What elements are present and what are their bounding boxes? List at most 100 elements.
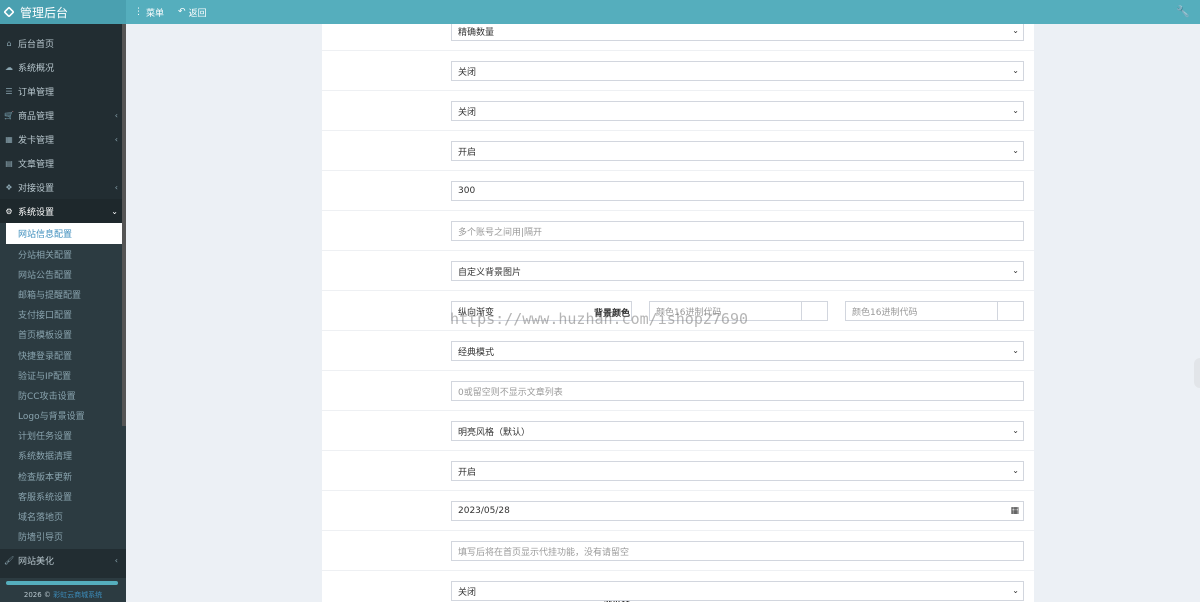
- select-field[interactable]: 开启 ⌄: [451, 141, 1024, 161]
- form-row: 首页下单显示模式经典模式⌄: [322, 330, 1034, 370]
- sidebar-item-label: 系统设置: [18, 207, 55, 218]
- form-row: 手机QQ微信打开网站跳转浏览器关闭⌄: [322, 570, 1034, 602]
- submenu-item[interactable]: 支付接口配置: [0, 305, 126, 325]
- sidebar-item-label: 发卡管理: [18, 135, 55, 146]
- chevron-down-icon: ⌄: [1012, 346, 1019, 355]
- text-field[interactable]: 多个账号之间用|隔开: [451, 221, 1024, 241]
- form-row: 首页显示文章条数0或留空则不显示文章列表: [322, 370, 1034, 410]
- form-row: 背景颜色 纵向渐变 ⌄ 颜色16进制代码 颜色16进制代码: [322, 290, 1034, 330]
- submenu-item[interactable]: 域名落地页: [0, 506, 126, 526]
- top-bar: 管理后台 ⋮ 菜单 ↶ 返回 🔧: [0, 0, 1200, 24]
- submenu-item[interactable]: 首页模板设置: [0, 325, 126, 345]
- chevron-left-icon: ‹: [114, 556, 118, 566]
- select-field[interactable]: 自定义背景图片 ⌄: [451, 261, 1024, 281]
- select-field[interactable]: 明亮风格（默认） ⌄: [451, 421, 1024, 441]
- form-row: 首页显示订单金额统计信息开启⌄: [322, 130, 1034, 170]
- paint-icon: 🖌: [4, 556, 15, 566]
- date-field[interactable]: 2023/05/28 ▦: [451, 501, 1024, 521]
- form-row: 开启购物车功能开启⌄: [322, 450, 1034, 490]
- submenu-item[interactable]: 客服系统设置: [0, 486, 126, 506]
- select-field[interactable]: 关闭 ⌄: [451, 61, 1024, 81]
- back-button[interactable]: ↶ 返回: [178, 6, 207, 19]
- settings-submenu: 网站信息配置 分站相关配置 网站公告配置 邮箱与提醒配置 支付接口配置 首页模板设置 快捷登…: [0, 223, 126, 549]
- list-icon: ☰: [5, 86, 13, 96]
- footer-bar: [6, 581, 118, 585]
- text-field[interactable]: 0或留空则不显示文章列表: [451, 381, 1024, 401]
- gradient-select[interactable]: 纵向渐变 ⌄: [451, 301, 632, 321]
- select-field[interactable]: 关闭 ⌄: [451, 101, 1024, 121]
- wrench-icon[interactable]: 🔧: [1176, 5, 1190, 18]
- submenu-item[interactable]: 系统数据清理: [0, 446, 126, 466]
- submenu-item[interactable]: 分站相关配置: [0, 244, 126, 264]
- home-icon: ⌂: [6, 38, 12, 48]
- footer-link[interactable]: 彩虹云商城系统: [53, 591, 102, 599]
- doc-icon: ▤: [5, 158, 13, 168]
- form-row: QQ等级代挂开通网址填写后将在首页显示代挂功能，没有请留空: [322, 530, 1034, 570]
- form-row: 订单详情显示投诉订单按钮关闭⌄: [322, 50, 1034, 90]
- submenu-item[interactable]: 验证与IP配置: [0, 365, 126, 385]
- calendar-icon[interactable]: ▦: [1010, 506, 1019, 516]
- form-row: 下单黑名单多个账号之间用|隔开: [322, 210, 1034, 250]
- sidebar-item[interactable]: ⌂ 后台首页: [0, 31, 126, 55]
- chevron-left-icon: ‹: [114, 182, 118, 192]
- menu-button[interactable]: ⋮ 菜单: [134, 6, 164, 19]
- form-row: 网站创建时间2023/05/28▦: [322, 490, 1034, 530]
- cube-icon: [3, 6, 15, 18]
- submenu-item[interactable]: 防CC攻击设置: [0, 385, 126, 405]
- select-field[interactable]: 精确数量 ⌄: [451, 24, 1024, 41]
- sidebar-item[interactable]: ❖ 对接设置 ‹: [0, 175, 126, 199]
- select-field[interactable]: 开启 ⌄: [451, 461, 1024, 481]
- form-row: 发卡库存显示精确数量⌄: [322, 24, 1034, 50]
- form-row: 首页统计数据缓存时间(秒)300: [322, 170, 1034, 210]
- sidebar-item[interactable]: ☰ 订单管理: [0, 79, 126, 103]
- submenu-item[interactable]: 快捷登录配置: [0, 345, 126, 365]
- sidebar-item[interactable]: 🖌 网站美化 ‹: [0, 549, 126, 573]
- main-content: 发卡库存显示精确数量⌄订单详情显示投诉订单按钮关闭⌄订单详情显示修改密码按钮关闭…: [126, 24, 1200, 602]
- brand[interactable]: 管理后台: [0, 0, 126, 24]
- form-row: 网站首页背景自定义背景图片⌄: [322, 250, 1034, 290]
- cubes-icon: ❖: [5, 182, 13, 192]
- submenu-item[interactable]: 防墙引导页: [0, 527, 126, 547]
- sidebar-item[interactable]: ▤ 文章管理: [0, 151, 126, 175]
- select-field[interactable]: 关闭 ⌄: [451, 581, 1024, 601]
- chevron-down-icon: ⌄: [1012, 66, 1019, 75]
- chevron-down-icon: ⌄: [1012, 146, 1019, 155]
- text-field[interactable]: 填写后将在首页显示代挂功能，没有请留空: [451, 541, 1024, 561]
- sidebar-item-label: 订单管理: [18, 87, 55, 98]
- chevron-down-icon: ⌄: [1012, 426, 1019, 435]
- menu-icon: ⋮: [134, 7, 143, 17]
- back-arrow-icon: ↶: [178, 7, 186, 17]
- select-field[interactable]: 经典模式 ⌄: [451, 341, 1024, 361]
- grid-icon: ▦: [5, 134, 13, 144]
- sidebar-item-label: 商品管理: [18, 111, 55, 122]
- submenu-item[interactable]: 检查版本更新: [0, 466, 126, 486]
- color-input-2[interactable]: 颜色16进制代码: [845, 301, 998, 321]
- form-row: 订单详情显示修改密码按钮关闭⌄: [322, 90, 1034, 130]
- submenu-item[interactable]: 网站信息配置: [6, 223, 126, 244]
- submenu-item[interactable]: 邮箱与提醒配置: [0, 284, 126, 304]
- top-nav: ⋮ 菜单 ↶ 返回: [134, 6, 221, 19]
- text-field[interactable]: 300: [451, 181, 1024, 201]
- chevron-down-icon: ⌄: [1012, 266, 1019, 275]
- submenu-item[interactable]: 计划任务设置: [0, 426, 126, 446]
- color-picker-2[interactable]: [998, 301, 1024, 321]
- copyright: 2026 © 彩虹云商城系统: [23, 591, 103, 599]
- submenu-item[interactable]: 网站公告配置: [0, 264, 126, 284]
- cloud-icon: ☁: [5, 62, 13, 72]
- sidebar-item[interactable]: ⚙ 系统设置 ⌄: [0, 199, 126, 223]
- submenu-item[interactable]: Logo与背景设置: [0, 406, 126, 426]
- brand-title: 管理后台: [20, 5, 69, 20]
- color-input-1[interactable]: 颜色16进制代码: [649, 301, 802, 321]
- back-label: 返回: [188, 8, 207, 19]
- chevron-down-icon: ⌄: [1012, 26, 1019, 35]
- sidebar: ⌂ 后台首页 ☁ 系统概况 ☰ 订单管理 🛒 商品管理 ‹ ▦ 发卡管理 ‹ ▤ 文章管理 ❖ 对接设置 ‹ ⚙ 系…: [0, 24, 126, 602]
- chevron-down-icon: ⌄: [111, 206, 118, 216]
- color-picker-1[interactable]: [802, 301, 828, 321]
- sidebar-item[interactable]: ☁ 系统概况: [0, 55, 126, 79]
- chevron-left-icon: ‹: [114, 110, 118, 120]
- sidebar-item[interactable]: ▦ 发卡管理 ‹: [0, 127, 126, 151]
- sidebar-item[interactable]: 🛒 商品管理 ‹: [0, 103, 126, 127]
- chevron-down-icon: ⌄: [1012, 586, 1019, 595]
- sidebar-item-label: 文章管理: [18, 159, 55, 170]
- side-handle[interactable]: [1194, 358, 1200, 388]
